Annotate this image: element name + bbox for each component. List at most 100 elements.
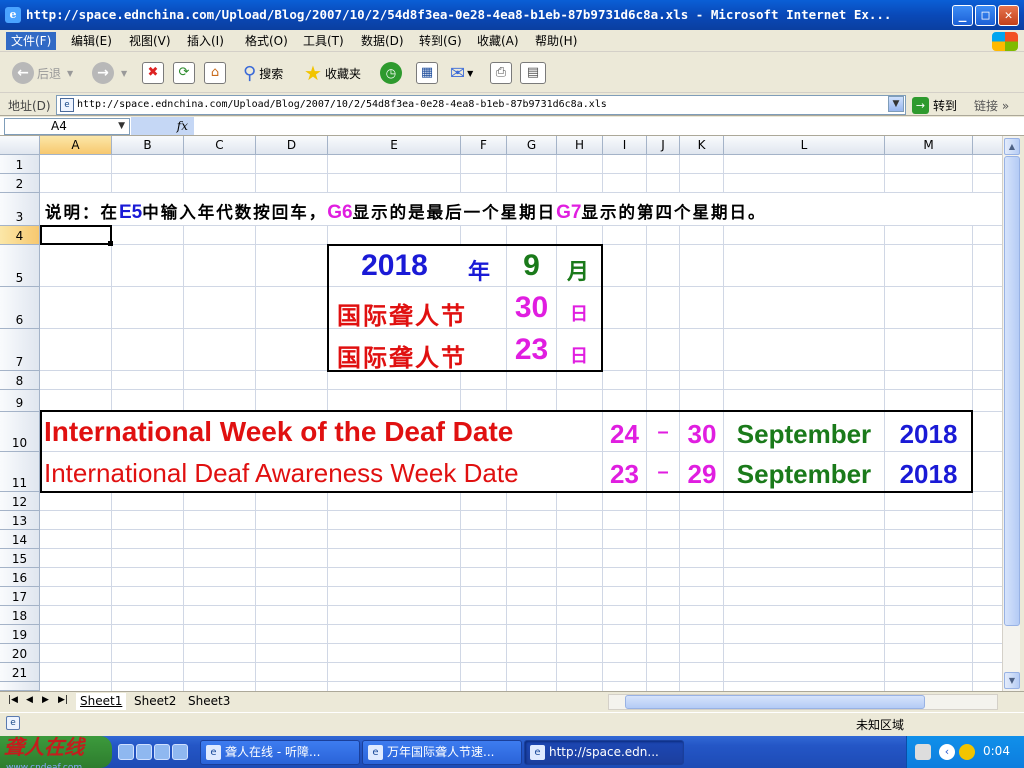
row-header-7[interactable]: 7 [0, 329, 40, 371]
menu-favorites[interactable]: 收藏(A) [472, 32, 524, 50]
row-header-22[interactable] [0, 682, 40, 691]
select-all-corner[interactable] [0, 136, 40, 155]
week-end-cell[interactable]: 30 [680, 419, 724, 450]
column-header-b[interactable]: B [112, 136, 184, 155]
column-header-g[interactable]: G [507, 136, 557, 155]
row-header-18[interactable]: 18 [0, 606, 40, 625]
menu-data[interactable]: 数据(D) [356, 32, 409, 50]
column-header-k[interactable]: K [680, 136, 724, 155]
excel-toolbar-button[interactable]: ▦ [416, 59, 438, 87]
menu-format[interactable]: 格式(O) [240, 32, 293, 50]
day-cell-g7[interactable]: 23 [507, 333, 556, 367]
column-header-a[interactable]: A [40, 136, 112, 155]
row-header-10[interactable]: 10 [0, 412, 40, 452]
row-header-5[interactable]: 5 [0, 245, 40, 287]
insert-function-button[interactable]: fx [131, 117, 194, 135]
row-header-2[interactable]: 2 [0, 174, 40, 193]
row-header-14[interactable]: 14 [0, 530, 40, 549]
month-cell-g5[interactable]: 9 [507, 249, 556, 283]
column-header-m[interactable]: M [885, 136, 973, 155]
window-title-bar[interactable]: e http://space.ednchina.com/Upload/Blog/… [0, 0, 1024, 30]
row-header-17[interactable]: 17 [0, 587, 40, 606]
week-start-cell[interactable]: 24 [603, 419, 646, 450]
first-sheet-icon[interactable]: |◀ [8, 695, 18, 705]
row-header-4[interactable]: 4 [0, 226, 40, 245]
column-header-j[interactable]: J [647, 136, 680, 155]
next-sheet-icon[interactable]: ▶ [42, 695, 49, 705]
search-button[interactable]: ⚲ 搜索 [243, 59, 283, 87]
week-end-cell[interactable]: 29 [680, 459, 724, 490]
mail-button[interactable]: ✉ ▼ [450, 59, 473, 87]
scroll-up-button[interactable]: ▲ [1004, 138, 1020, 155]
menu-tools[interactable]: 工具(T) [298, 32, 349, 50]
row-header-6[interactable]: 6 [0, 287, 40, 329]
scroll-thumb[interactable] [1004, 156, 1020, 626]
menu-insert[interactable]: 插入(I) [182, 32, 229, 50]
row-header-15[interactable]: 15 [0, 549, 40, 568]
column-header-f[interactable]: F [461, 136, 507, 155]
vertical-scrollbar[interactable]: ▲ ▼ [1002, 136, 1020, 691]
quicklaunch-icon[interactable] [136, 744, 152, 760]
favorites-button[interactable]: ★ 收藏夹 [304, 59, 361, 87]
edit-button[interactable]: ▤ [520, 59, 546, 87]
keyboard-icon[interactable] [915, 744, 931, 760]
month-name-cell[interactable]: September [724, 459, 884, 490]
sheet-tab-sheet1[interactable]: Sheet1 [76, 693, 127, 710]
row-header-20[interactable]: 20 [0, 644, 40, 663]
column-header-n[interactable] [973, 136, 1003, 155]
row-header-21[interactable]: 21 [0, 663, 40, 682]
taskbar-button-calendar[interactable]: e 万年国际聋人节速... [362, 740, 522, 765]
back-button[interactable]: ← 后退 ▼ [12, 59, 73, 87]
refresh-button[interactable]: ⟳ [173, 59, 195, 87]
week-start-cell[interactable]: 23 [603, 459, 646, 490]
row-header-13[interactable]: 13 [0, 511, 40, 530]
selected-cell-a4[interactable] [40, 225, 112, 245]
menu-help[interactable]: 帮助(H) [530, 32, 582, 50]
row-header-1[interactable]: 1 [0, 155, 40, 174]
column-header-c[interactable]: C [184, 136, 256, 155]
column-header-e[interactable]: E [328, 136, 461, 155]
month-name-cell[interactable]: September [724, 419, 884, 450]
qq-icon[interactable] [959, 744, 975, 760]
name-box[interactable]: A4 ▼ [4, 118, 130, 135]
year-cell[interactable]: 2018 [885, 419, 972, 450]
history-button[interactable]: ◷ [380, 59, 405, 87]
stop-button[interactable]: ✖ [142, 59, 164, 87]
column-header-d[interactable]: D [256, 136, 328, 155]
address-dropdown-button[interactable]: ▼ [888, 96, 904, 112]
chevron-left-icon[interactable]: ‹ [939, 744, 955, 760]
close-button[interactable]: ✕ [998, 5, 1019, 26]
row-header-3[interactable]: 3 [0, 193, 40, 226]
row-header-9[interactable]: 9 [0, 390, 40, 412]
scroll-down-button[interactable]: ▼ [1004, 672, 1020, 689]
taskbar-button-xls[interactable]: e http://space.edn... [524, 740, 684, 765]
column-header-i[interactable]: I [603, 136, 647, 155]
last-sheet-icon[interactable]: ▶| [58, 695, 68, 705]
row-header-8[interactable]: 8 [0, 371, 40, 390]
taskbar-button-deaf-online[interactable]: e 聋人在线 - 听障... [200, 740, 360, 765]
row-header-12[interactable]: 12 [0, 492, 40, 511]
maximize-button[interactable]: □ [975, 5, 996, 26]
menu-edit[interactable]: 编辑(E) [66, 32, 117, 50]
menu-goto[interactable]: 转到(G) [414, 32, 467, 50]
year-cell[interactable]: 2018 [885, 459, 972, 490]
fill-handle[interactable] [108, 241, 113, 246]
year-cell-e5[interactable]: 2018 [329, 249, 460, 283]
prev-sheet-icon[interactable]: ◀ [26, 695, 33, 705]
sheet-tab-sheet2[interactable]: Sheet2 [130, 693, 180, 710]
quicklaunch-icon[interactable] [154, 744, 170, 760]
row-header-16[interactable]: 16 [0, 568, 40, 587]
formula-input[interactable] [194, 117, 1024, 135]
start-button[interactable]: 聋人在线 www.cndeaf.com [0, 736, 112, 768]
sheet-tab-sheet3[interactable]: Sheet3 [184, 693, 234, 710]
address-input[interactable]: e http://space.ednchina.com/Upload/Blog/… [56, 95, 906, 115]
horizontal-scroll-thumb[interactable] [625, 695, 925, 709]
menu-file[interactable]: 文件(F) [6, 32, 57, 50]
chevron-down-icon[interactable]: ▼ [118, 119, 125, 134]
home-button[interactable]: ⌂ [204, 59, 226, 87]
column-header-l[interactable]: L [724, 136, 885, 155]
row-header-11[interactable]: 11 [0, 452, 40, 492]
forward-button[interactable]: → ▼ [92, 59, 127, 87]
column-header-h[interactable]: H [557, 136, 603, 155]
minimize-button[interactable]: _ [952, 5, 973, 26]
